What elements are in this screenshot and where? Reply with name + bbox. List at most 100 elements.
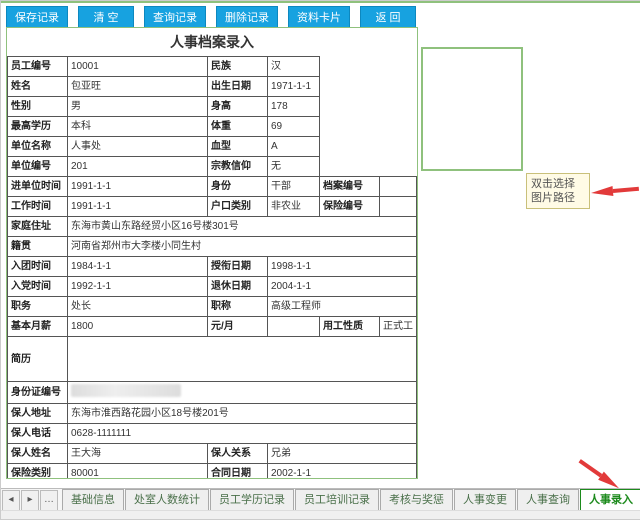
form-table: 员工编号 10001 民族 汉 姓名 包亚旺 出生日期 1971-1-1 性别 … [7, 56, 417, 479]
lbl-height: 身高 [207, 97, 267, 117]
val-unit[interactable] [267, 317, 319, 337]
red-arrow-photo [591, 186, 614, 198]
lbl-deptno: 单位编号 [8, 157, 68, 177]
panel-title: 人事档案录入 [7, 28, 417, 56]
val-edu[interactable]: 本科 [68, 117, 208, 137]
nav-prev-icon[interactable]: ▸ [21, 490, 39, 512]
val-titdate[interactable]: 1998-1-1 [267, 257, 416, 277]
val-dept[interactable]: 人事处 [68, 137, 208, 157]
lbl-insno: 保险编号 [319, 197, 379, 217]
lbl-title: 职称 [207, 297, 267, 317]
val-emp-no[interactable]: 10001 [68, 57, 208, 77]
query-button[interactable]: 查询记录 [144, 6, 206, 28]
val-iden[interactable]: 干部 [267, 177, 319, 197]
nav-more-icon[interactable]: … [40, 490, 58, 512]
lbl-post: 职务 [8, 297, 68, 317]
lbl-blood: 血型 [207, 137, 267, 157]
lbl-gaddr: 保人地址 [8, 404, 68, 424]
lbl-nation: 民族 [207, 57, 267, 77]
clear-button[interactable]: 清 空 [78, 6, 134, 28]
val-gaddr[interactable]: 东海市淮西路花园小区18号楼201号 [68, 404, 417, 424]
val-huk[interactable]: 非农业 [267, 197, 319, 217]
lbl-join: 进单位时间 [8, 177, 68, 197]
lbl-idno: 身份证编号 [8, 382, 68, 404]
tab-query[interactable]: 人事查询 [517, 489, 579, 511]
val-hirtype[interactable]: 正式工 [379, 317, 416, 337]
lbl-addr: 家庭住址 [8, 217, 68, 237]
val-cdate[interactable]: 2002-1-1 [267, 464, 416, 480]
photo-hint-tooltip: 双击选择图片路径 [526, 173, 590, 209]
val-nation[interactable]: 汉 [267, 57, 319, 77]
tab-dept-stat[interactable]: 处室人数统计 [125, 489, 209, 511]
val-height[interactable]: 178 [267, 97, 319, 117]
lbl-cdate: 合同日期 [207, 464, 267, 480]
sheet-tab-bar: ◂ ▸ … 基础信息 处室人数统计 员工学历记录 员工培训记录 考核与奖惩 人事… [1, 488, 640, 511]
back-button[interactable]: 返 回 [360, 6, 416, 28]
val-fileno[interactable] [379, 177, 416, 197]
lbl-name: 姓名 [8, 77, 68, 97]
val-deptno[interactable]: 201 [68, 157, 208, 177]
tabs: 基础信息 处室人数统计 员工学历记录 员工培训记录 考核与奖惩 人事变更 人事查… [62, 489, 640, 511]
val-blood[interactable]: A [267, 137, 319, 157]
tab-edu-rec[interactable]: 员工学历记录 [210, 489, 294, 511]
form-panel: 人事档案录入 员工编号 10001 民族 汉 姓名 包亚旺 出生日期 1971-… [6, 27, 418, 479]
nav-first-icon[interactable]: ◂ [2, 490, 20, 512]
tab-change[interactable]: 人事变更 [454, 489, 516, 511]
lbl-unit: 元/月 [207, 317, 267, 337]
lbl-gname: 保人姓名 [8, 444, 68, 464]
val-work[interactable]: 1991-1-1 [68, 197, 208, 217]
val-birth[interactable]: 1971-1-1 [267, 77, 319, 97]
val-idno[interactable] [68, 382, 417, 404]
val-join[interactable]: 1991-1-1 [68, 177, 208, 197]
val-gender[interactable]: 男 [68, 97, 208, 117]
photo-placeholder[interactable] [421, 47, 523, 171]
lbl-tuan: 入团时间 [8, 257, 68, 277]
lbl-edu: 最高学历 [8, 117, 68, 137]
val-insno[interactable] [379, 197, 416, 217]
val-gtel[interactable]: 0628-1111111 [68, 424, 417, 444]
lbl-native: 籍贯 [8, 237, 68, 257]
lbl-hirtype: 用工性质 [319, 317, 379, 337]
val-name[interactable]: 包亚旺 [68, 77, 208, 97]
tab-basic[interactable]: 基础信息 [62, 489, 124, 511]
val-resume[interactable] [68, 337, 417, 382]
lbl-ins: 保险类别 [8, 464, 68, 480]
lbl-work: 工作时间 [8, 197, 68, 217]
lbl-dept: 单位名称 [8, 137, 68, 157]
val-dang[interactable]: 1992-1-1 [68, 277, 208, 297]
val-title[interactable]: 高级工程师 [267, 297, 416, 317]
lbl-gtel: 保人电话 [8, 424, 68, 444]
card-button[interactable]: 资料卡片 [288, 6, 350, 28]
toolbar: 保存记录 清 空 查询记录 删除记录 资料卡片 返 回 [6, 6, 416, 28]
lbl-weight: 体重 [207, 117, 267, 137]
lbl-retire: 退休日期 [207, 277, 267, 297]
lbl-dang: 入党时间 [8, 277, 68, 297]
lbl-birth: 出生日期 [207, 77, 267, 97]
lbl-iden: 身份 [207, 177, 267, 197]
lbl-salary: 基本月薪 [8, 317, 68, 337]
val-post[interactable]: 处长 [68, 297, 208, 317]
val-retire[interactable]: 2004-1-1 [267, 277, 416, 297]
tab-entry[interactable]: 人事录入 [580, 489, 640, 511]
val-weight[interactable]: 69 [267, 117, 319, 137]
lbl-titdate: 授衔日期 [207, 257, 267, 277]
lbl-emp-no: 员工编号 [8, 57, 68, 77]
delete-button[interactable]: 删除记录 [216, 6, 278, 28]
val-ins[interactable]: 80001 [68, 464, 208, 480]
save-button[interactable]: 保存记录 [6, 6, 68, 28]
lbl-resume: 简历 [8, 337, 68, 382]
tab-train-rec[interactable]: 员工培训记录 [295, 489, 379, 511]
val-relig[interactable]: 无 [267, 157, 319, 177]
val-tuan[interactable]: 1984-1-1 [68, 257, 208, 277]
val-salary[interactable]: 1800 [68, 317, 208, 337]
lbl-fileno: 档案编号 [319, 177, 379, 197]
tab-reward[interactable]: 考核与奖惩 [380, 489, 453, 511]
lbl-grel: 保人关系 [207, 444, 267, 464]
val-gname[interactable]: 王大海 [68, 444, 208, 464]
lbl-relig: 宗教信仰 [207, 157, 267, 177]
val-addr[interactable]: 东海市黄山东路经贸小区16号楼301号 [68, 217, 417, 237]
val-native[interactable]: 河南省郑州市大李楼小同生村 [68, 237, 417, 257]
lbl-gender: 性别 [8, 97, 68, 117]
val-grel[interactable]: 兄弟 [267, 444, 416, 464]
lbl-huk: 户口类别 [207, 197, 267, 217]
